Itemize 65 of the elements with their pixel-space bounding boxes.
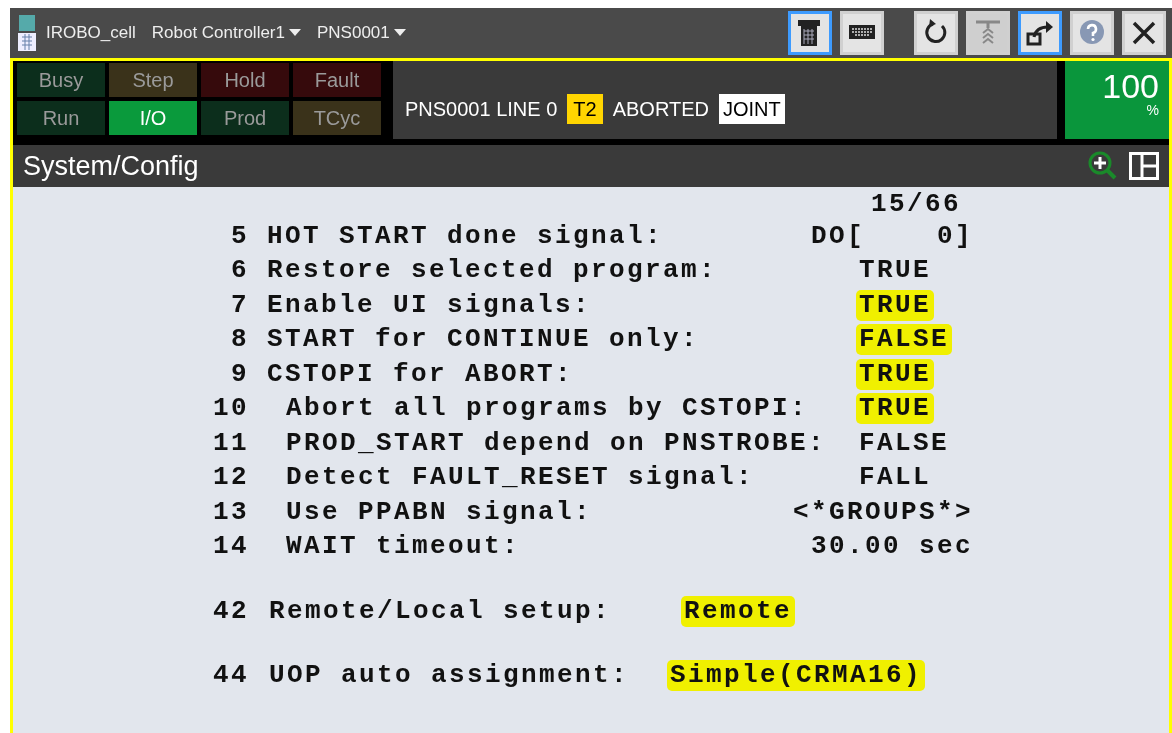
setting-value[interactable]: 30.00 sec — [810, 531, 973, 563]
line-number: 8 — [230, 324, 249, 356]
setting-value[interactable]: DO[ 0] — [810, 220, 973, 252]
close-button[interactable] — [1122, 11, 1166, 55]
dropdown[interactable]: PNS0001 — [317, 20, 406, 46]
setting-label: CSTOPI for ABORT: — [267, 358, 574, 390]
dropdown[interactable]: Robot Controller1 — [151, 20, 301, 46]
app-name: IROBO_cell — [46, 22, 136, 45]
setting-label: Detect FAULT_RESET signal: — [285, 462, 755, 494]
setting-value[interactable]: <*GROUPS*> — [792, 496, 973, 528]
pendant-icon — [16, 13, 38, 53]
export-button[interactable] — [1018, 11, 1062, 55]
line-number: 7 — [230, 289, 249, 321]
split-view-icon[interactable] — [1129, 152, 1159, 180]
line-number: 12 — [212, 462, 249, 494]
setting-label: Restore selected program: — [267, 255, 718, 287]
setting-value[interactable]: FALSE — [856, 324, 952, 356]
status-light: Busy — [17, 63, 105, 97]
setting-label: Abort all programs by CSTOPI: — [285, 393, 809, 425]
setting-value[interactable]: FALSE — [859, 427, 949, 459]
setting-label: UOP auto assignment: — [269, 660, 630, 692]
line-number: 13 — [212, 496, 249, 528]
pendant-button[interactable] — [788, 11, 832, 55]
status-text: ABORTED — [612, 97, 709, 122]
screen-title: System/Config — [23, 149, 199, 183]
status-light: I/O — [109, 101, 197, 135]
line-number: 9 — [230, 358, 249, 390]
frame-tag: JOINT — [719, 94, 785, 124]
line-number: 10 — [212, 393, 249, 425]
status-light: Fault — [293, 63, 381, 97]
override-unit: % — [1146, 103, 1159, 117]
setting-value[interactable]: Remote — [681, 595, 796, 627]
setting-value[interactable]: Simple(CRMA16) — [667, 660, 926, 692]
mode-tag: T2 — [567, 94, 603, 124]
page-counter: 15/66 — [871, 189, 961, 219]
caret-icon — [393, 29, 406, 37]
line-number: 5 — [230, 220, 249, 252]
status-light: Prod — [201, 101, 289, 135]
status-light: Step — [109, 63, 197, 97]
setting-label: HOT START done signal: — [267, 220, 664, 252]
setting-value[interactable]: TRUE — [856, 289, 934, 321]
status-text: PNS0001 LINE 0 — [405, 97, 558, 122]
line-number: 14 — [212, 531, 249, 563]
line-number: 42 — [212, 595, 249, 627]
help-button[interactable] — [1070, 11, 1114, 55]
setting-label: Remote/Local setup: — [269, 595, 612, 627]
setting-value[interactable]: FALL — [859, 462, 931, 494]
status-light: Run — [17, 101, 105, 135]
setting-label: START for CONTINUE only: — [267, 324, 700, 356]
line-number: 11 — [212, 427, 249, 459]
keyboard-button[interactable] — [840, 11, 884, 55]
line-number: 44 — [212, 660, 249, 692]
refresh-button[interactable] — [914, 11, 958, 55]
setting-value[interactable]: TRUE — [856, 393, 934, 425]
line-number: 6 — [230, 255, 249, 287]
caret-icon — [289, 29, 301, 37]
setting-label: Use PPABN signal: — [285, 496, 593, 528]
setting-value[interactable]: TRUE — [856, 358, 934, 390]
status-light: TCyc — [293, 101, 381, 135]
override-value: 100 — [1102, 69, 1159, 103]
setting-label: Enable UI signals: — [267, 289, 592, 321]
setting-label: WAIT timeout: — [285, 531, 521, 563]
status-light: Hold — [201, 63, 289, 97]
setting-value[interactable]: TRUE — [859, 255, 931, 287]
setting-label: PROD_START depend on PNSTROBE: — [285, 427, 827, 459]
